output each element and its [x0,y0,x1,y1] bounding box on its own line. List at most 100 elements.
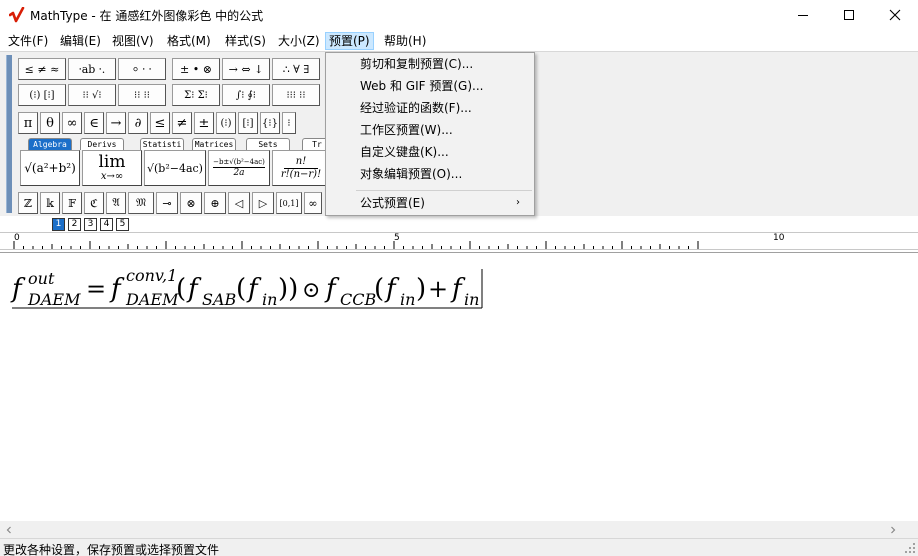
fractions-palette-button[interactable]: ⁝⁝ √⁝ [68,84,116,106]
braces-template-button[interactable]: {⁝} [260,112,280,134]
bar-nav-button-3[interactable]: 3 [84,218,97,231]
toolbar-grip[interactable] [6,55,12,213]
ruler[interactable]: 0 5 10 [0,232,918,250]
fraktur-a-symbol-button[interactable]: 𝔄 [106,192,126,214]
brackets-template-button[interactable]: [⁝] [238,112,258,134]
lhs-base: f [10,274,26,304]
quadratic-template-button[interactable]: −b±√(b²−4ac) 2a [208,150,270,186]
menu-item-workspace-preferences[interactable]: 工作区预置(W)... [328,119,532,141]
sqrt-discriminant-template-button[interactable]: √(b²−4ac) [144,150,206,186]
menu-file[interactable]: 文件(F) [4,32,52,50]
bar-nav-button-1[interactable]: 1 [52,218,65,231]
tab-matrices[interactable]: Matrices [192,138,236,150]
maximize-icon [844,10,854,20]
integrals-palette-button[interactable]: ∫⁝ ∮⁝ [222,84,270,106]
neq-symbol-button[interactable]: ≠ [172,112,192,134]
matrices-palette-button[interactable]: ⁝⁝⁝ ⁝⁝ [272,84,320,106]
otimes-symbol-button[interactable]: ⊗ [180,192,202,214]
menu-view[interactable]: 视图(V) [108,32,158,50]
field-f-symbol-button[interactable]: 𝔽 [62,192,82,214]
plus-operator: + [428,275,448,303]
multimap-symbol-button[interactable]: ⊸ [156,192,178,214]
menu-size[interactable]: 大小(Z) [274,32,324,50]
in-sub-3: in [464,290,479,309]
infinity-symbol-button-2[interactable]: ∞ [304,192,322,214]
horizontal-scrollbar[interactable] [0,521,918,538]
conv-sub: DAEM [125,290,179,309]
spaces-palette-button[interactable]: ⸱ab ⸱. [68,58,116,80]
operators-palette-button[interactable]: ± • ⊗ [172,58,220,80]
interval-symbol-button[interactable]: [0,1] [276,192,302,214]
quadratic-template-numerator: −b±√(b²−4ac) [213,158,265,168]
scroll-right-button[interactable] [884,521,901,538]
ruler-label-5: 5 [394,233,400,243]
leq-symbol-button[interactable]: ≤ [150,112,170,134]
menu-format[interactable]: 格式(M) [163,32,215,50]
ruler-label-0: 0 [14,233,20,243]
tab-algebra[interactable]: Algebra [28,138,72,150]
sab-sub: SAB [202,290,237,309]
field-k-symbol-button[interactable]: 𝕜 [40,192,60,214]
minimize-icon [798,15,808,16]
tab-derivs[interactable]: Derivs [80,138,124,150]
integers-symbol-button[interactable]: ℤ [18,192,38,214]
menu-edit[interactable]: 编辑(E) [56,32,105,50]
arrow-symbol-button[interactable]: → [106,112,126,134]
tab-statistics[interactable]: Statisti [140,138,184,150]
sqrt-sum-template-label: √(a²+b²) [24,161,76,175]
paren-open-3: ( [374,274,384,304]
maximize-button[interactable] [826,0,872,30]
bar-nav-button-2[interactable]: 2 [68,218,81,231]
tab-sets[interactable]: Sets [246,138,290,150]
quadratic-template-denominator: 2a [233,168,245,178]
close-button[interactable] [872,0,918,30]
bar-nav-button-4[interactable]: 4 [100,218,113,231]
arrows-palette-button[interactable]: → ⇔ ↓ [222,58,270,80]
equation-editor[interactable]: f out DAEM = f conv,1 DAEM ( f SAB ( f i… [0,252,918,520]
menu-item-equation-preferences[interactable]: 公式预置(E) › [328,192,532,214]
logic-palette-button[interactable]: ∴ ∀ ∃ [272,58,320,80]
toolbar-panel: ≤ ≠ ≈ ⸱ab ⸱. ⸰ ⸱ ⸱ ± • ⊗ → ⇔ ↓ ∴ ∀ ∃ (⁝)… [14,54,334,215]
complex-c-symbol-button[interactable]: ℭ [84,192,104,214]
paren-close-double: )) [278,274,298,304]
menu-item-object-edit-preferences[interactable]: 对象编辑预置(O)... [328,163,532,185]
partial-symbol-button[interactable]: ∂ [128,112,148,134]
more-template-button[interactable]: ⁝ [282,112,296,134]
paren-open-2: ( [236,274,246,304]
infinity-symbol-button[interactable]: ∞ [62,112,82,134]
limit-template-button[interactable]: lim x→∞ [82,150,142,186]
menu-item-customize-keyboard[interactable]: 自定义键盘(K)... [328,141,532,163]
in-base-2: f [384,274,400,304]
theta-symbol-button[interactable]: θ [40,112,60,134]
resize-grip-icon[interactable] [904,542,916,554]
menu-style[interactable]: 样式(S) [221,32,270,50]
plusminus-symbol-button[interactable]: ± [194,112,214,134]
ccb-base: f [324,274,340,304]
fences-palette-button[interactable]: (⁝) [⁝] [18,84,66,106]
scroll-left-button[interactable] [0,521,17,538]
relations-palette-button[interactable]: ≤ ≠ ≈ [18,58,66,80]
left-triangle-symbol-button[interactable]: ◁ [228,192,250,214]
minimize-button[interactable] [780,0,826,30]
binomial-template-button[interactable]: n! r!(n−r)! [272,150,330,186]
element-of-symbol-button[interactable]: ∈ [84,112,104,134]
right-triangle-symbol-button[interactable]: ▷ [252,192,274,214]
pi-symbol-button[interactable]: π [18,112,38,134]
ccb-sub: CCB [340,290,376,309]
menu-item-cut-copy-preferences[interactable]: 剪切和复制预置(C)... [328,53,532,75]
bar-nav-button-5[interactable]: 5 [116,218,129,231]
menu-bar: 文件(F) 编辑(E) 视图(V) 格式(M) 样式(S) 大小(Z) 预置(P… [0,31,918,51]
oplus-symbol-button[interactable]: ⊕ [204,192,226,214]
menu-help[interactable]: 帮助(H) [380,32,430,50]
sums-palette-button[interactable]: Σ⁝ Σ⁝ [172,84,220,106]
menu-item-verified-functions[interactable]: 经过验证的函数(F)... [328,97,532,119]
menu-preferences[interactable]: 预置(P) [325,32,374,50]
sqrt-sum-template-button[interactable]: √(a²+b²) [20,150,80,186]
fraktur-m-symbol-button[interactable]: 𝔐 [128,192,154,214]
embellishments-palette-button[interactable]: ⸰ ⸱ ⸱ [118,58,166,80]
preferences-dropdown-menu: 剪切和复制预置(C)... Web 和 GIF 预置(G)... 经过验证的函数… [325,52,535,216]
mathtype-logo-icon [9,7,25,23]
parens-template-button[interactable]: (⁝) [216,112,236,134]
menu-item-web-gif-preferences[interactable]: Web 和 GIF 预置(G)... [328,75,532,97]
scripts-palette-button[interactable]: ⁝⁝ ⁝⁝ [118,84,166,106]
